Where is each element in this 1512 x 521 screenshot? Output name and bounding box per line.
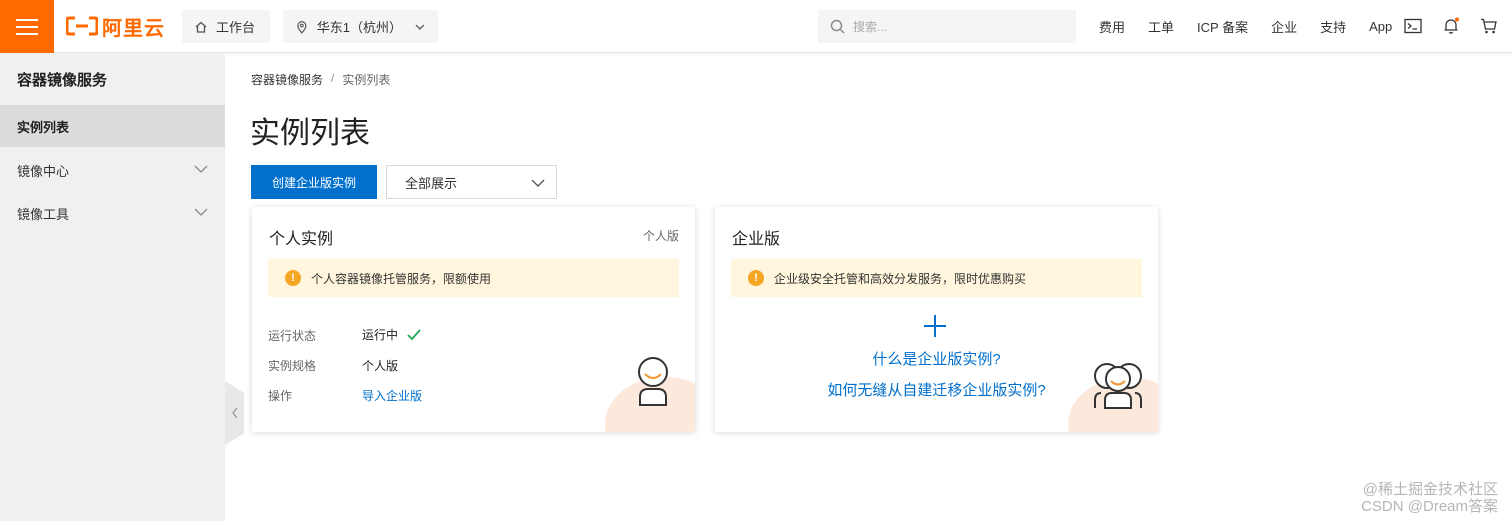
status-label: 运行状态 bbox=[268, 329, 317, 343]
menu-line bbox=[16, 18, 38, 21]
nav-billing[interactable]: 费用 bbox=[1099, 17, 1125, 36]
create-enterprise-instance-button[interactable]: 创建企业版实例 bbox=[251, 165, 377, 199]
check-icon bbox=[407, 328, 421, 340]
spec-text: 个人版 bbox=[362, 359, 399, 373]
sidebar-collapse-handle[interactable] bbox=[225, 381, 244, 445]
card-title: 个人实例 bbox=[269, 231, 334, 248]
watermark: @稀土掘金技术社区 CSDN @Dream答案 bbox=[1361, 481, 1498, 515]
edition-tag: 个人版 bbox=[642, 229, 679, 243]
notice-banner: ! 个人容器镜像托管服务，限额使用 bbox=[268, 259, 679, 297]
chevron-left-icon bbox=[231, 407, 238, 419]
top-nav: 费用 工单 ICP 备案 企业 支持 App bbox=[1099, 0, 1415, 53]
chevron-down-icon bbox=[194, 165, 208, 173]
single-user-icon bbox=[638, 357, 668, 406]
card-title: 企业版 bbox=[732, 231, 781, 248]
top-bar: 阿里云 工作台 华东1（杭州） 费用 工单 ICP 备案 企业 支持 App bbox=[0, 0, 1512, 53]
workbench-button[interactable]: 工作台 bbox=[182, 10, 270, 43]
region-label: 华东1（杭州） bbox=[316, 20, 402, 35]
sidebar-title: 容器镜像服务 bbox=[17, 72, 108, 89]
logo-text: 阿里云 bbox=[102, 17, 165, 40]
breadcrumb-current: 实例列表 bbox=[342, 73, 391, 87]
notice-banner: ! 企业级安全托管和高效分发服务，限时优惠购买 bbox=[731, 259, 1142, 297]
plus-icon[interactable] bbox=[924, 315, 946, 337]
sidebar-item-label: 实例列表 bbox=[17, 119, 70, 135]
breadcrumb-root[interactable]: 容器镜像服务 bbox=[251, 71, 323, 88]
spec-value: 个人版 bbox=[362, 357, 398, 374]
bell-icon bbox=[1444, 17, 1459, 34]
search-icon bbox=[830, 19, 845, 34]
enterprise-instance-card: 企业版 ! 企业级安全托管和高效分发服务，限时优惠购买 什么是企业版实例? 如何… bbox=[715, 207, 1158, 432]
notice-text: 个人容器镜像托管服务，限额使用 bbox=[311, 271, 492, 286]
menu-line bbox=[16, 25, 38, 28]
cart-icon bbox=[1481, 18, 1497, 34]
personal-instance-card: 个人实例 个人版 ! 个人容器镜像托管服务，限额使用 运行状态 运行中 实例规格… bbox=[252, 207, 695, 432]
filter-select[interactable]: 全部展示 bbox=[386, 165, 557, 199]
location-pin-icon bbox=[297, 20, 307, 34]
sidebar-item-label: 镜像工具 bbox=[17, 206, 70, 222]
action-label: 操作 bbox=[268, 389, 293, 403]
status-text: 运行中 bbox=[362, 328, 399, 342]
watermark-line: CSDN @Dream答案 bbox=[1361, 498, 1498, 515]
action-value: 导入企业版 bbox=[362, 387, 422, 404]
breadcrumb-separator: / bbox=[331, 71, 335, 85]
cart-button[interactable] bbox=[1479, 16, 1499, 36]
nav-tickets[interactable]: 工单 bbox=[1148, 17, 1174, 36]
notifications-button[interactable] bbox=[1441, 16, 1461, 36]
nav-support[interactable]: 支持 bbox=[1320, 17, 1346, 36]
sidebar-item-image-center[interactable]: 镜像中心 bbox=[0, 149, 225, 191]
filter-select-value: 全部展示 bbox=[405, 175, 458, 191]
region-selector[interactable]: 华东1（杭州） bbox=[283, 10, 438, 43]
aliyun-logo[interactable]: 阿里云 bbox=[66, 14, 165, 40]
search-input[interactable] bbox=[853, 19, 1053, 34]
page-title: 实例列表 bbox=[250, 117, 370, 150]
status-value: 运行中 bbox=[362, 326, 422, 343]
nav-icp[interactable]: ICP 备案 bbox=[1197, 17, 1248, 36]
chevron-down-icon bbox=[531, 179, 545, 187]
sidebar-item-label: 镜像中心 bbox=[17, 163, 70, 179]
sidebar: 容器镜像服务 实例列表 镜像中心 镜像工具 bbox=[0, 53, 225, 521]
watermark-line: @稀土掘金技术社区 bbox=[1362, 481, 1498, 498]
breadcrumb: 容器镜像服务 / 实例列表 bbox=[251, 71, 390, 88]
sidebar-item-instance-list[interactable]: 实例列表 bbox=[0, 105, 225, 147]
search-box[interactable] bbox=[818, 10, 1076, 43]
terminal-icon bbox=[1404, 18, 1422, 34]
menu-line bbox=[16, 32, 38, 35]
nav-enterprise[interactable]: 企业 bbox=[1271, 17, 1297, 36]
aliyun-logo-icon bbox=[66, 16, 98, 36]
hamburger-menu-button[interactable] bbox=[0, 0, 54, 53]
spec-label: 实例规格 bbox=[268, 359, 317, 373]
warning-icon: ! bbox=[285, 270, 301, 286]
team-users-icon bbox=[1094, 363, 1142, 409]
terminal-button[interactable] bbox=[1403, 16, 1423, 36]
workbench-label: 工作台 bbox=[216, 20, 256, 35]
notice-text: 企业级安全托管和高效分发服务，限时优惠购买 bbox=[774, 271, 1027, 286]
chevron-down-icon bbox=[415, 24, 425, 30]
sidebar-item-image-tools[interactable]: 镜像工具 bbox=[0, 192, 225, 234]
chevron-down-icon bbox=[194, 208, 208, 216]
nav-app[interactable]: App bbox=[1369, 19, 1392, 34]
warning-icon: ! bbox=[748, 270, 764, 286]
home-icon bbox=[195, 21, 207, 33]
import-enterprise-link[interactable]: 导入企业版 bbox=[362, 387, 422, 404]
